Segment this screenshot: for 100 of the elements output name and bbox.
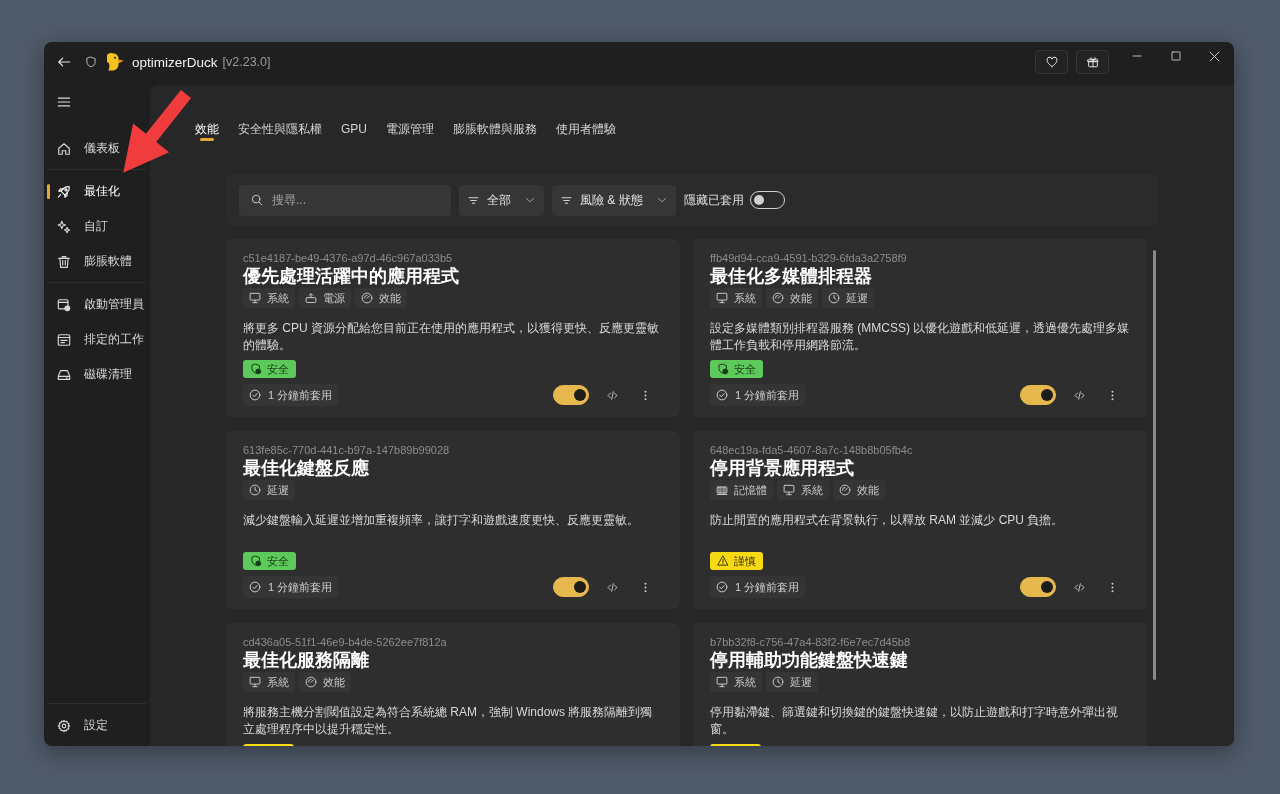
option-title: 最佳化服務隔離 (243, 649, 370, 671)
tag-label: 電源 (323, 290, 345, 306)
app-window-icon (57, 297, 71, 312)
tag-label: 系統 (734, 674, 756, 690)
sidebar-item[interactable]: 膨脹軟體 (44, 244, 132, 279)
check-circle-icon (716, 389, 728, 401)
sidebar-item[interactable]: 自訂 (44, 209, 108, 244)
option-id: 648ec19a-fda5-4607-8a7c-148b8b05fb4c (710, 443, 914, 457)
option-title: 最佳化鍵盤反應 (243, 457, 370, 479)
risk-label: 安全 (267, 553, 289, 569)
option-id: 613fe85c-770d-441c-b97a-147b89b99028 (243, 443, 451, 457)
option-id: b7bb32f8-c756-47a4-83f2-f6e7ec7d45b8 (710, 635, 911, 649)
shield-icon (250, 555, 262, 567)
applied-time: 1 分鐘前套用 (735, 579, 800, 595)
option-id: c51e4187-be49-4376-a97d-46c967a033b5 (243, 251, 454, 265)
sidebar-item[interactable]: 啟動管理員 (44, 287, 144, 322)
tab[interactable]: 電源管理 (386, 115, 434, 142)
applied-time: 1 分鐘前套用 (735, 387, 800, 403)
check-circle-icon (249, 389, 261, 401)
tag-label: 系統 (734, 290, 756, 306)
tag-label: 系統 (801, 482, 823, 498)
tab[interactable]: 膨脹軟體與服務 (453, 115, 537, 142)
chevron-down-icon (525, 195, 535, 205)
filter-icon (561, 194, 572, 206)
clock-icon (249, 484, 261, 496)
option-title: 最佳化多媒體排程器 (710, 265, 873, 287)
calendar-icon (57, 332, 71, 347)
maximize-icon (1170, 51, 1181, 61)
tab[interactable]: GPU (341, 115, 367, 142)
clock-icon (772, 676, 784, 688)
option-title: 停用輔助功能鍵盤快速鍵 (710, 649, 909, 671)
scrollbar[interactable] (1153, 250, 1156, 680)
toggle-switch[interactable] (1020, 577, 1056, 597)
risk-label: 安全 (267, 361, 289, 377)
option-description: 設定多媒體類別排程器服務 (MMCSS) 以優化遊戲和低延遲，透過優先處理多媒體工作負載和停用網路節流。 (710, 320, 1130, 353)
gauge-icon (361, 292, 373, 304)
tag-label: 系統 (267, 290, 289, 306)
filter-dropdown[interactable]: 風險 & 狀態 (552, 184, 676, 216)
monitor-icon (249, 292, 261, 304)
drive-icon (57, 367, 71, 382)
back-arrow-icon (57, 55, 71, 69)
tab[interactable]: 效能 (195, 115, 219, 142)
gift-icon (1086, 56, 1099, 68)
search-field[interactable]: 搜尋... (239, 184, 451, 216)
app-version: [v2.23.0] (222, 55, 271, 69)
gauge-icon (305, 676, 317, 688)
option-description: 將更多 CPU 資源分配給您目前正在使用的應用程式，以獲得更快、反應更靈敏的體驗。 (243, 320, 660, 353)
app-title: optimizerDuck (132, 54, 218, 70)
monitor-icon (716, 676, 728, 688)
sparkles-icon (57, 219, 71, 234)
search-icon (251, 194, 263, 206)
option-id: ffb49d94-cca9-4591-b329-6fda3a2758f9 (710, 251, 908, 265)
applied-time: 1 分鐘前套用 (268, 387, 333, 403)
duck-icon (107, 53, 124, 71)
option-description: 停用黏滯鍵、篩選鍵和切換鍵的鍵盤快速鍵，以防止遊戲和打字時意外彈出視窗。 (710, 704, 1119, 737)
tag-label: 系統 (267, 674, 289, 690)
code-icon (606, 389, 618, 401)
back-button[interactable] (57, 55, 71, 69)
heart-button[interactable] (1035, 50, 1068, 74)
tab[interactable]: 安全性與隱私權 (238, 115, 322, 142)
plug-icon (305, 292, 317, 304)
option-description: 防止閒置的應用程式在背景執行，以釋放 RAM 並減少 CPU 負擔。 (710, 512, 1065, 529)
code-icon (1073, 581, 1085, 593)
shield-icon (85, 56, 97, 68)
sidebar-item[interactable]: 儀表板 (44, 131, 120, 166)
menu-icon (57, 95, 71, 109)
clock-icon (828, 292, 840, 304)
sidebar-item[interactable]: 磁碟清理 (44, 357, 132, 392)
tab[interactable]: 使用者體驗 (556, 115, 616, 142)
option-title: 停用背景應用程式 (710, 457, 855, 479)
sidebar-item[interactable]: 最佳化 (44, 174, 120, 209)
option-id: cd436a05-51f1-46e9-b4de-5262ee7f812a (243, 635, 448, 649)
tag-label: 效能 (323, 674, 345, 690)
check-circle-icon (716, 581, 728, 593)
toggle-switch[interactable] (553, 577, 589, 597)
monitor-icon (249, 676, 261, 688)
gift-button[interactable] (1076, 50, 1109, 74)
toggle-label: 隱藏已套用 (683, 191, 744, 209)
trash-icon (57, 254, 71, 269)
monitor-icon (783, 484, 795, 496)
shield-icon (717, 363, 729, 375)
tag-label: 延遲 (267, 482, 289, 498)
sidebar-item[interactable]: 排定的工作 (44, 322, 144, 357)
close-icon (1209, 50, 1220, 62)
option-description: 減少鍵盤輸入延遲並增加重複頻率，讓打字和遊戲速度更快、反應更靈敏。 (243, 512, 640, 529)
filter-dropdown[interactable]: 全部 (459, 184, 544, 216)
memory-chip-icon (716, 484, 728, 496)
check-circle-icon (249, 581, 261, 593)
tag-label: 延遲 (790, 674, 812, 690)
chevron-down-icon (656, 195, 667, 205)
sidebar-item[interactable]: 設定 (44, 708, 108, 743)
home-icon (57, 141, 71, 156)
toggle-switch[interactable] (553, 385, 589, 405)
tag-label: 效能 (790, 290, 812, 306)
toggle-switch[interactable] (1020, 385, 1056, 405)
option-description: 將服務主機分割閾值設定為符合系統總 RAM，強制 Windows 將服務隔離到獨立處理程序中以提升穩定性。 (243, 704, 654, 737)
applied-time: 1 分鐘前套用 (268, 579, 333, 595)
tag-label: 延遲 (846, 290, 868, 306)
gauge-icon (839, 484, 851, 496)
settings-icon (57, 718, 71, 733)
